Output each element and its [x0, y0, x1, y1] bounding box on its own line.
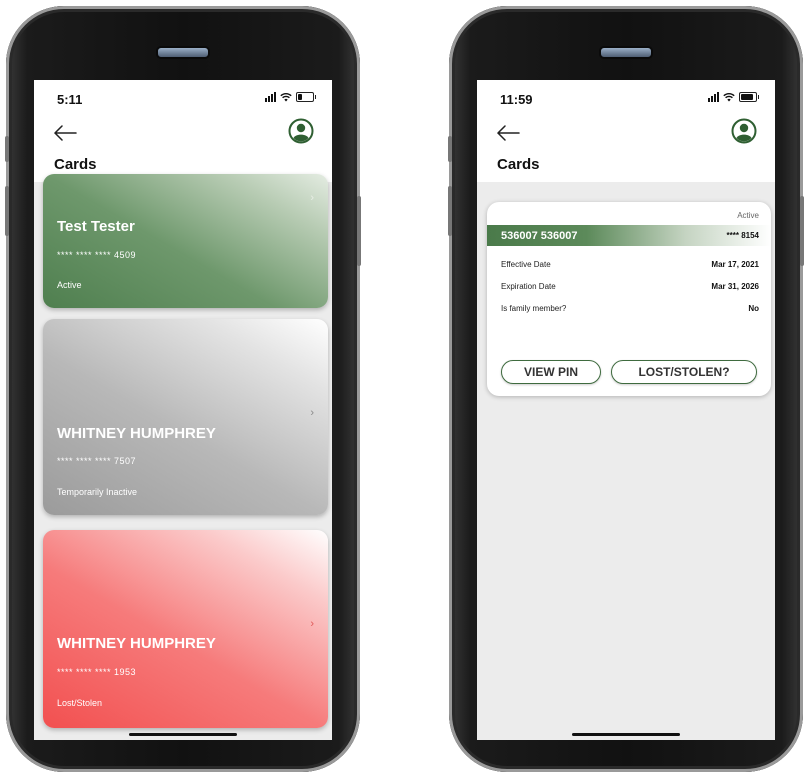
- card-number-band: 536007 536007 **** 8154: [487, 225, 771, 246]
- chevron-right-icon: ›: [310, 407, 314, 419]
- card-number: 536007 536007: [501, 230, 578, 242]
- detail-label: Expiration Date: [501, 282, 556, 291]
- lost-stolen-button[interactable]: LOST/STOLEN?: [611, 360, 757, 384]
- power-button: [800, 196, 804, 266]
- detail-value: No: [748, 304, 759, 313]
- battery-icon: [739, 92, 759, 102]
- card-holder-name: WHITNEY HUMPHREY: [57, 425, 216, 442]
- card-status: Active: [57, 280, 82, 290]
- card-masked-number: **** **** **** 7507: [57, 456, 137, 466]
- screen-card-list: 5:11 Cards Test Tester **** **** **** 45…: [34, 80, 332, 740]
- account-avatar-icon[interactable]: [731, 118, 757, 144]
- phone-frame-right: 11:59 Cards Active 536007 536007 **** 81…: [448, 6, 804, 772]
- home-indicator[interactable]: [129, 733, 237, 736]
- detail-label: Effective Date: [501, 260, 551, 269]
- volume-up-button: [448, 186, 452, 236]
- volume-up-button: [5, 186, 9, 236]
- cellular-signal-icon: [265, 92, 276, 102]
- status-time: 11:59: [500, 92, 533, 107]
- view-pin-button[interactable]: VIEW PIN: [501, 360, 601, 384]
- card-holder-name: Test Tester: [57, 218, 135, 235]
- card-detail-panel: Active 536007 536007 **** 8154 Effective…: [487, 202, 771, 396]
- screen-card-detail: 11:59 Cards Active 536007 536007 **** 81…: [477, 80, 775, 740]
- card-last4: **** 8154: [726, 231, 759, 240]
- page-title: Cards: [54, 156, 97, 173]
- detail-value: Mar 31, 2026: [711, 282, 759, 291]
- status-bar: 11:59: [477, 80, 775, 116]
- detail-label: Is family member?: [501, 304, 567, 313]
- card-masked-number: **** **** **** 4509: [57, 250, 137, 260]
- card-masked-number: **** **** **** 1953: [57, 667, 137, 677]
- card-holder-name: WHITNEY HUMPHREY: [57, 635, 216, 652]
- home-indicator[interactable]: [572, 733, 680, 736]
- card-item-active[interactable]: Test Tester **** **** **** 4509 Active ›: [43, 174, 328, 308]
- cellular-signal-icon: [708, 92, 719, 102]
- app-header: Cards: [477, 116, 775, 182]
- status-bar: 5:11: [34, 80, 332, 116]
- wifi-icon: [280, 93, 292, 102]
- back-arrow-icon[interactable]: [495, 124, 521, 142]
- card-status: Active: [737, 211, 759, 220]
- chevron-right-icon: ›: [310, 192, 314, 204]
- account-avatar-icon[interactable]: [288, 118, 314, 144]
- detail-value: Mar 17, 2021: [711, 260, 759, 269]
- system-icons: [265, 92, 316, 102]
- card-status: Lost/Stolen: [57, 698, 103, 708]
- mute-switch: [5, 136, 9, 162]
- card-status: Temporarily Inactive: [57, 487, 138, 497]
- chevron-right-icon: ›: [310, 618, 314, 630]
- wifi-icon: [723, 93, 735, 102]
- card-item-inactive[interactable]: WHITNEY HUMPHREY **** **** **** 7507 Tem…: [43, 319, 328, 515]
- earpiece-speaker: [156, 46, 210, 59]
- power-button: [357, 196, 361, 266]
- page-title: Cards: [497, 156, 540, 173]
- app-header: Cards: [34, 116, 332, 182]
- card-item-lost-stolen[interactable]: WHITNEY HUMPHREY **** **** **** 1953 Los…: [43, 530, 328, 728]
- battery-icon: [296, 92, 316, 102]
- back-arrow-icon[interactable]: [52, 124, 78, 142]
- system-icons: [708, 92, 759, 102]
- earpiece-speaker: [599, 46, 653, 59]
- phone-frame-left: 5:11 Cards Test Tester **** **** **** 45…: [5, 6, 361, 772]
- status-time: 5:11: [57, 92, 83, 107]
- mute-switch: [448, 136, 452, 162]
